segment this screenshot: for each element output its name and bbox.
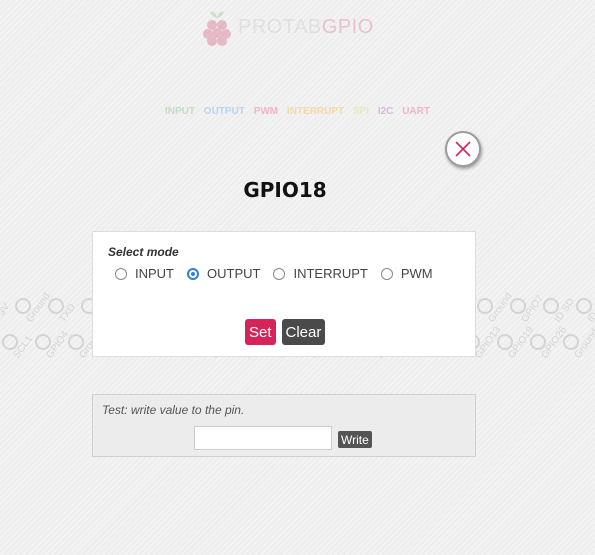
nav-item-pwm: PWM — [253, 106, 279, 117]
nav-item-i2c: I2C — [377, 106, 394, 117]
mode-panel: Select mode INPUT OUTPUT INTERRUPT PWM Set … — [92, 231, 476, 357]
brand-prefix: PROTAB — [238, 16, 322, 38]
test-value-input[interactable] — [194, 426, 332, 450]
nav-item-input: INPUT — [165, 106, 196, 117]
mode-option-input[interactable]: INPUT — [115, 266, 174, 281]
nav-item-output: OUTPUT — [203, 106, 245, 117]
radio-unchecked-icon[interactable] — [380, 267, 393, 280]
brand-accent: GPIO — [321, 16, 374, 38]
pin-title: GPIO18 — [243, 178, 327, 202]
brand-title: PROTABGPIO — [238, 16, 374, 39]
write-button[interactable]: Write — [338, 431, 372, 448]
set-button[interactable]: Set — [245, 319, 276, 345]
mode-option-interrupt[interactable]: INTERRUPT — [273, 266, 368, 281]
raspberry-logo-icon — [203, 11, 231, 46]
mode-buttons: Set Clear — [245, 319, 331, 345]
clear-button[interactable]: Clear — [281, 319, 326, 345]
background-nav: INPUT OUTPUT PWM INTERRUPT SPI I2C UART — [0, 106, 595, 117]
nav-item-spi: SPI — [352, 106, 370, 117]
radio-unchecked-icon[interactable] — [115, 267, 127, 280]
test-write-label: Test: write value to the pin. — [102, 403, 245, 417]
nav-item-interrupt: INTERRUPT — [286, 106, 345, 117]
select-mode-label: Select mode — [108, 245, 179, 259]
mode-option-label: INTERRUPT — [293, 266, 368, 281]
nav-item-uart: UART — [402, 106, 430, 117]
close-button[interactable] — [445, 131, 481, 167]
close-x-icon — [455, 141, 471, 157]
mode-option-label: INPUT — [135, 266, 174, 281]
radio-unchecked-icon[interactable] — [273, 267, 286, 280]
test-panel: Test: write value to the pin. Write — [92, 394, 476, 457]
mode-option-label: OUTPUT — [207, 266, 261, 281]
mode-option-label: PWM — [400, 266, 433, 281]
mode-radio-group: INPUT OUTPUT INTERRUPT PWM — [115, 266, 446, 285]
pin-label: 3.3V — [0, 301, 13, 325]
mode-option-pwm[interactable]: PWM — [380, 266, 433, 281]
mode-option-output[interactable]: OUTPUT — [187, 266, 260, 281]
background-header: PROTABGPIO — [0, 6, 595, 50]
radio-checked-icon[interactable] — [187, 267, 199, 280]
